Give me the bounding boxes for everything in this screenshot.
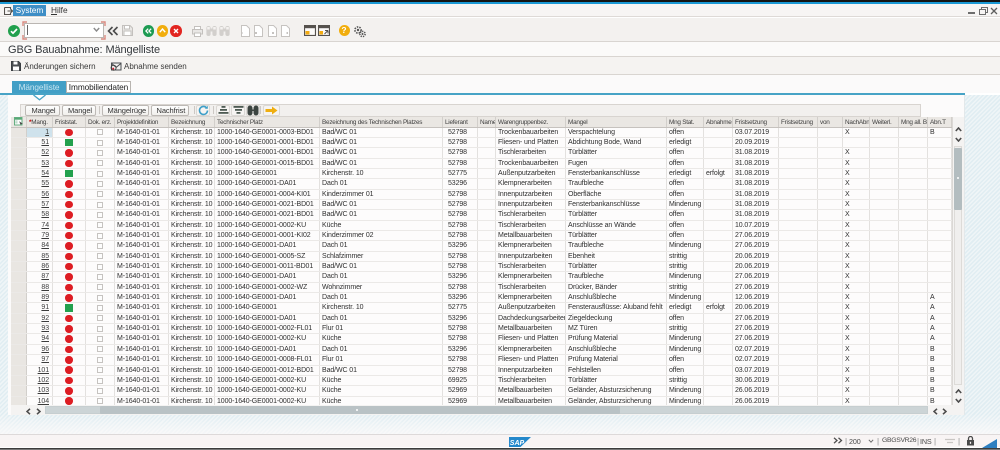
svg-text:SAP: SAP <box>510 439 525 446</box>
